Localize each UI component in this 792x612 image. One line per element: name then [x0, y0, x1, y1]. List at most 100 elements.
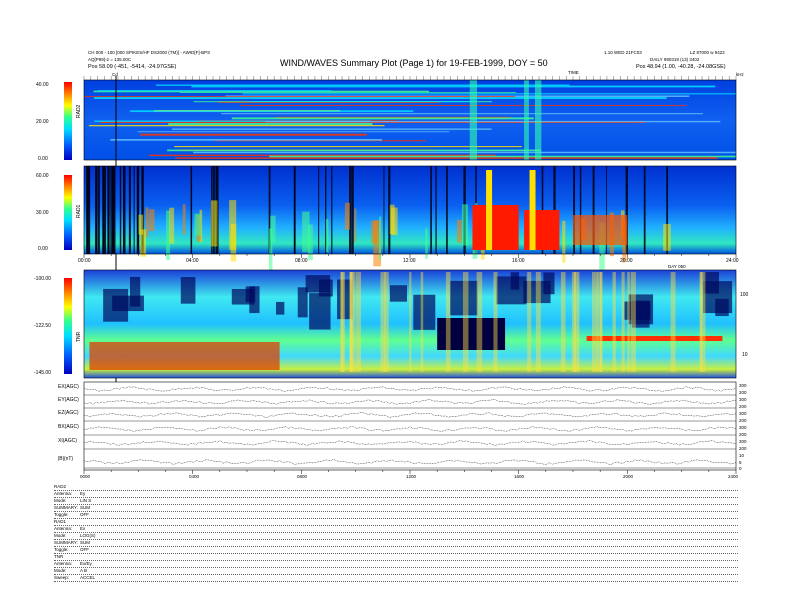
- rad1-stripe: [123, 166, 125, 254]
- tnr-vert: [599, 272, 603, 372]
- rad1-patch: [268, 228, 273, 271]
- rad1-stripe: [119, 166, 122, 254]
- rad2-streak: [250, 101, 477, 102]
- info-key: TNR: [54, 554, 64, 559]
- agc-rtick: 5: [739, 460, 742, 465]
- info-value: LIN S: [80, 498, 92, 503]
- rad1-ytick-bottom: 0.00: [38, 246, 48, 252]
- info-value: OFF: [80, 512, 89, 517]
- agc-rtick: 10: [739, 453, 745, 458]
- rad1-stripe: [107, 166, 109, 254]
- info-value: SUM: [80, 540, 90, 545]
- info-row: SUMMARY: SUM: [54, 505, 738, 512]
- tnr-dark-patch: [413, 294, 436, 330]
- info-row: RAD2: [54, 484, 738, 491]
- info-row: Mode: LIN S: [54, 498, 738, 505]
- rad2-streak: [140, 133, 367, 136]
- rad1-stripe: [103, 166, 105, 254]
- tnr-dark-patch: [297, 287, 308, 318]
- info-value: OFF: [80, 547, 89, 552]
- tnr-right-tick-10: 10: [742, 352, 748, 358]
- rad1-stripe: [293, 166, 296, 254]
- info-value: [80, 554, 100, 560]
- rad1-patch: [379, 216, 382, 261]
- tnr-vert: [591, 272, 598, 372]
- agc-label-ex: EX(AGC): [58, 384, 79, 390]
- rad1-patch: [390, 207, 398, 236]
- agc-xtick: 1600: [514, 474, 525, 479]
- rad1-burst: [472, 205, 519, 250]
- tnr-vert: [493, 272, 498, 372]
- agc-rtick: 0: [739, 466, 742, 471]
- agc-label-bx: BX(AGC): [58, 424, 79, 430]
- tnr-vert: [574, 272, 577, 372]
- info-row: Mode: LOG(S): [54, 533, 738, 540]
- agc-rtick: 200: [739, 390, 747, 395]
- colorbar-rad2: [64, 82, 72, 160]
- tnr-vert: [699, 272, 706, 372]
- rad1-patch: [230, 223, 237, 262]
- rad1-patch: [140, 229, 147, 257]
- info-row: Antenna: Ex: [54, 526, 738, 533]
- agc-rtick: 300: [739, 425, 747, 430]
- tnr-vert: [445, 272, 451, 372]
- rad1-stripe: [351, 166, 354, 254]
- tnr-dark-patch: [180, 277, 196, 304]
- rad2-burst: [534, 80, 542, 160]
- rad1-xtick: 24:00: [726, 258, 739, 264]
- rad2-streak: [88, 125, 385, 127]
- rad2-streak: [168, 123, 373, 125]
- info-row: Antenna: Ex/Ey: [54, 561, 738, 568]
- rad2-streak: [167, 149, 542, 152]
- rad2-streak: [269, 155, 736, 158]
- rad2-streak: [97, 90, 332, 92]
- rad1-xtick: 16:00: [512, 258, 525, 264]
- tnr-dark-patch: [389, 285, 408, 302]
- info-value: A B: [80, 568, 88, 573]
- tnr-vert: [612, 272, 616, 372]
- info-key: Mode:: [54, 568, 67, 573]
- rad2-ytick-top: 40.00: [36, 82, 49, 88]
- info-key: Toggle:: [54, 547, 69, 552]
- info-value: Ey: [80, 491, 86, 496]
- tnr-vert: [627, 272, 630, 372]
- rad1-burst: [524, 210, 560, 250]
- rad1-ytick-top: 60.00: [36, 173, 49, 179]
- info-key: Antenna:: [54, 561, 73, 566]
- info-key: Mode:: [54, 533, 67, 538]
- rad1-stripe: [331, 166, 333, 254]
- rad2-streak: [84, 96, 515, 98]
- agc-xtick: 2400: [728, 474, 739, 479]
- agc-xtick: 1200: [406, 474, 417, 479]
- tnr-vert: [630, 272, 636, 372]
- rad1-patch: [148, 209, 155, 232]
- rad1-stripe: [643, 166, 646, 254]
- rad1-patch: [461, 204, 469, 246]
- tnr-vert: [535, 272, 541, 372]
- tnr-dark-patch: [129, 276, 141, 307]
- tnr-dark-patch: [715, 298, 729, 317]
- rad1-patch: [169, 207, 175, 244]
- rad1-stripe: [104, 166, 107, 254]
- tnr-vert: [409, 272, 412, 372]
- info-value: Ex: [80, 526, 86, 531]
- tnr-vert: [476, 272, 483, 372]
- rad1-stripe: [446, 166, 448, 254]
- rad2-streak: [193, 151, 737, 154]
- rad1-patch: [194, 213, 201, 236]
- agc-rtick: 300: [739, 397, 747, 402]
- tnr-vert: [462, 272, 469, 372]
- colorbar-rad1: [64, 175, 72, 250]
- rad2-streak: [231, 117, 534, 120]
- rad1-xtick: 08:00: [295, 258, 308, 264]
- tnr-vert: [621, 272, 625, 372]
- rad1-stripe: [430, 166, 432, 254]
- rad1-patch: [354, 208, 357, 243]
- tnr-dark-patch: [245, 286, 256, 303]
- tnr-vert: [560, 272, 566, 372]
- rad1-stripe: [87, 166, 90, 254]
- agc-rtick: 200: [739, 432, 747, 437]
- rad1-stripe: [318, 166, 320, 254]
- tnr-ytick-top: -100.00: [34, 276, 51, 282]
- info-key: SUMMARY:: [54, 505, 78, 510]
